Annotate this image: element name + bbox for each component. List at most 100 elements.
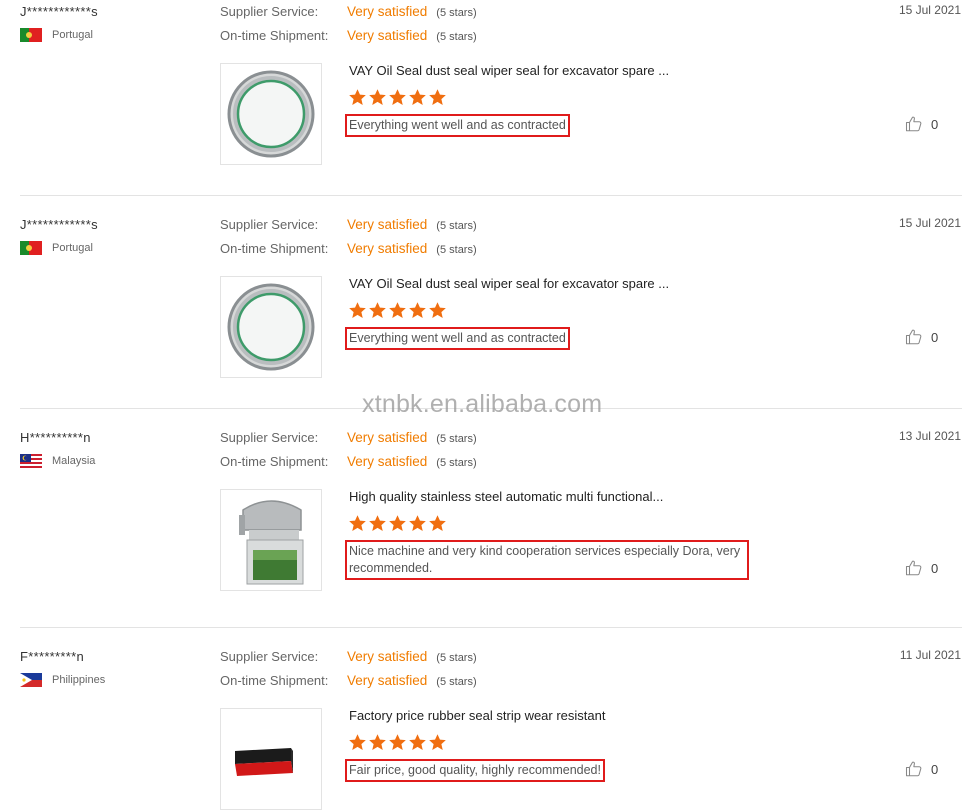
portugal-flag-icon <box>20 28 42 42</box>
review-date: 15 Jul 2021 <box>898 3 961 17</box>
on-time-shipment-stars: (5 stars) <box>436 676 477 688</box>
on-time-shipment-label: On-time Shipment: <box>220 673 329 688</box>
star-icon <box>389 89 406 105</box>
review-comment: Everything went well and as contracted <box>345 114 570 137</box>
star-icon <box>389 734 406 750</box>
star-icon <box>349 89 366 105</box>
malaysia-flag-icon <box>20 454 42 468</box>
supplier-service-value: Very satisfied <box>347 649 428 664</box>
product-title-link[interactable]: High quality stainless steel automatic m… <box>349 489 663 504</box>
supplier-service-label: Supplier Service: <box>220 430 319 445</box>
buyer-name: F*********n <box>20 649 85 664</box>
country-name: Portugal <box>52 29 93 41</box>
star-icon <box>409 89 426 105</box>
supplier-service-stars: (5 stars) <box>436 433 477 445</box>
star-icon <box>429 302 446 318</box>
oil-seal-ring-image[interactable] <box>220 63 322 165</box>
review-date: 11 Jul 2021 <box>899 648 961 662</box>
oil-seal-ring-image[interactable] <box>220 276 322 378</box>
vegetable-cutter-machine-image[interactable] <box>220 489 322 591</box>
star-icon <box>369 89 386 105</box>
on-time-shipment-label: On-time Shipment: <box>220 28 329 43</box>
on-time-shipment-value: Very satisfied <box>347 241 428 256</box>
buyer-country: Portugal <box>20 241 93 255</box>
on-time-shipment-value: Very satisfied <box>347 673 428 688</box>
rubber-seal-strip-image[interactable] <box>220 708 322 810</box>
on-time-shipment-stars: (5 stars) <box>436 457 477 469</box>
buyer-name: H**********n <box>20 430 91 445</box>
buyer-country: Malaysia <box>20 454 95 468</box>
thumbs-up-icon <box>905 760 923 778</box>
like-button[interactable]: 0 <box>905 328 938 346</box>
on-time-shipment-rating: On-time Shipment: Very satisfied (5 star… <box>220 454 477 469</box>
buyer-name: J************s <box>20 217 98 232</box>
supplier-service-rating: Supplier Service: Very satisfied (5 star… <box>220 649 477 664</box>
review-date: 15 Jul 2021 <box>898 216 961 230</box>
on-time-shipment-label: On-time Shipment: <box>220 241 329 256</box>
supplier-service-value: Very satisfied <box>347 217 428 232</box>
star-icon <box>349 302 366 318</box>
buyer-country: Philippines <box>20 673 105 687</box>
thumbs-up-icon <box>905 115 923 133</box>
star-icon <box>409 302 426 318</box>
star-icon <box>369 515 386 531</box>
star-icon <box>349 734 366 750</box>
review-comment: Fair price, good quality, highly recomme… <box>345 759 605 782</box>
country-name: Philippines <box>52 674 106 686</box>
like-count: 0 <box>931 329 939 345</box>
on-time-shipment-rating: On-time Shipment: Very satisfied (5 star… <box>220 241 477 256</box>
review-comment: Nice machine and very kind cooperation s… <box>345 540 749 580</box>
star-icon <box>389 515 406 531</box>
supplier-service-stars: (5 stars) <box>436 220 477 232</box>
on-time-shipment-value: Very satisfied <box>347 28 428 43</box>
supplier-service-value: Very satisfied <box>347 4 428 19</box>
thumbs-up-icon <box>905 559 923 577</box>
thumbs-up-icon <box>905 328 923 346</box>
supplier-service-value: Very satisfied <box>347 430 428 445</box>
star-icon <box>429 89 446 105</box>
supplier-service-label: Supplier Service: <box>220 649 319 664</box>
on-time-shipment-value: Very satisfied <box>347 454 428 469</box>
supplier-service-stars: (5 stars) <box>436 652 477 664</box>
review-date: 13 Jul 2021 <box>898 429 961 443</box>
supplier-service-rating: Supplier Service: Very satisfied (5 star… <box>220 430 477 445</box>
buyer-country: Portugal <box>20 28 93 42</box>
supplier-service-label: Supplier Service: <box>220 217 319 232</box>
portugal-flag-icon <box>20 241 42 255</box>
buyer-name: J************s <box>20 4 98 19</box>
review-item: J************s Portugal Supplier Service… <box>0 0 963 196</box>
supplier-service-label: Supplier Service: <box>220 4 319 19</box>
like-count: 0 <box>931 761 939 777</box>
product-title-link[interactable]: VAY Oil Seal dust seal wiper seal for ex… <box>349 63 669 78</box>
star-icon <box>409 515 426 531</box>
watermark: xtnbk.en.alibaba.com <box>362 390 603 418</box>
star-icon <box>389 302 406 318</box>
product-rating-stars <box>348 301 448 320</box>
product-rating-stars <box>348 733 448 752</box>
like-button[interactable]: 0 <box>905 760 938 778</box>
star-icon <box>409 734 426 750</box>
supplier-service-rating: Supplier Service: Very satisfied (5 star… <box>220 217 477 232</box>
product-title-link[interactable]: Factory price rubber seal strip wear res… <box>349 708 605 723</box>
review-divider <box>20 627 962 628</box>
like-button[interactable]: 0 <box>905 559 938 577</box>
on-time-shipment-label: On-time Shipment: <box>220 454 329 469</box>
star-icon <box>369 302 386 318</box>
country-name: Malaysia <box>52 455 96 467</box>
supplier-service-stars: (5 stars) <box>436 7 477 19</box>
star-icon <box>349 515 366 531</box>
star-icon <box>369 734 386 750</box>
star-icon <box>429 734 446 750</box>
supplier-service-rating: Supplier Service: Very satisfied (5 star… <box>220 4 477 19</box>
star-icon <box>429 515 446 531</box>
on-time-shipment-rating: On-time Shipment: Very satisfied (5 star… <box>220 28 477 43</box>
on-time-shipment-rating: On-time Shipment: Very satisfied (5 star… <box>220 673 477 688</box>
review-comment: Everything went well and as contracted <box>345 327 570 350</box>
like-button[interactable]: 0 <box>905 115 938 133</box>
review-item: J************s Portugal Supplier Service… <box>0 213 963 409</box>
product-title-link[interactable]: VAY Oil Seal dust seal wiper seal for ex… <box>349 276 669 291</box>
like-count: 0 <box>931 116 939 132</box>
product-rating-stars <box>348 88 448 107</box>
review-item: F*********n Philippines Supplier Service… <box>0 645 963 810</box>
review-divider <box>20 195 962 196</box>
